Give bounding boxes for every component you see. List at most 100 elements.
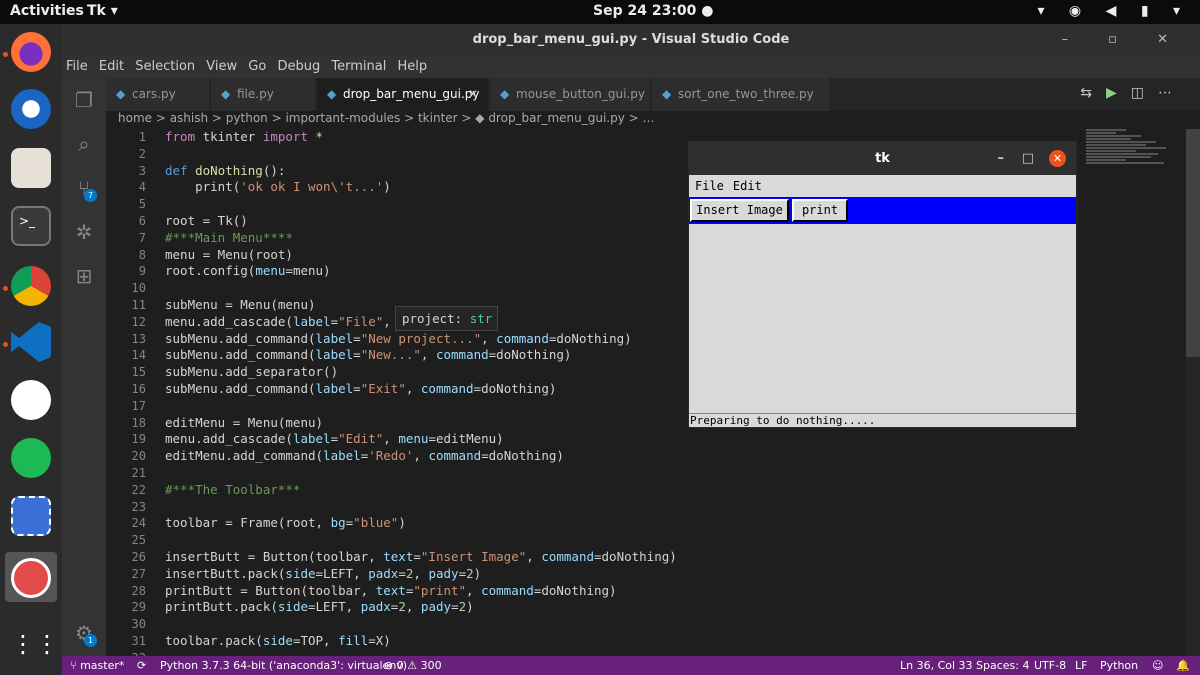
code-line[interactable]: toolbar.pack(side=TOP, fill=X) (165, 633, 1065, 650)
encoding[interactable]: UTF-8 (1034, 656, 1066, 675)
code-line[interactable]: insertButt.pack(side=LEFT, padx=2, pady=… (165, 566, 1065, 583)
debug-icon[interactable]: ✲ (72, 220, 96, 244)
menu-edit[interactable]: Edit (95, 56, 127, 74)
maximize-icon[interactable]: □ (1022, 142, 1034, 175)
split-editor-icon[interactable]: ◫ (1131, 85, 1158, 101)
activities-button[interactable]: Activities (10, 3, 84, 19)
line-number: 5 (138, 197, 146, 212)
screenshot-icon[interactable] (11, 496, 51, 536)
line-number: 31 (131, 633, 146, 648)
editor-actions: ⇆▶◫⋯ (1080, 85, 1186, 101)
cursor-position[interactable]: Ln 36, Col 33 (900, 656, 973, 675)
code-token: command (496, 330, 549, 346)
run-icon[interactable]: ▶ (1106, 85, 1131, 101)
minimap[interactable] (1086, 129, 1186, 209)
tab-file[interactable]: ◆ file.py (211, 78, 316, 111)
code-line[interactable] (165, 616, 1065, 633)
code-token: label (315, 330, 354, 346)
code-line[interactable] (165, 532, 1065, 549)
code-line[interactable] (165, 499, 1065, 516)
slack-icon[interactable] (11, 380, 51, 420)
code-token: * (308, 129, 324, 144)
spotify-icon[interactable] (11, 438, 51, 478)
notifications-icon[interactable]: 🔔 (1176, 656, 1190, 675)
search-icon[interactable]: ⌕ (72, 132, 96, 156)
tk-menu-edit[interactable]: Edit (727, 175, 765, 193)
explorer-icon[interactable]: ❐ (72, 88, 96, 112)
menu-help[interactable]: Help (393, 56, 430, 74)
code-line[interactable]: editMenu.add_command(label='Redo', comma… (165, 448, 1065, 465)
menu-view[interactable]: View (202, 56, 240, 74)
code-line[interactable]: #***The Toolbar*** (165, 482, 1065, 499)
firefox-icon[interactable] (11, 32, 51, 72)
close-tab-icon[interactable]: ✕ (468, 78, 478, 111)
chrome-icon[interactable] (11, 266, 51, 306)
code-token: (): (262, 162, 286, 178)
line-number: 2 (138, 146, 146, 161)
line-number: 11 (131, 297, 146, 312)
insert-image-button[interactable]: Insert Image (690, 199, 789, 222)
code-token: =LEFT, (308, 599, 361, 615)
vscode-title-bar: drop_bar_menu_gui.py - Visual Studio Cod… (62, 24, 1200, 56)
menu-file[interactable]: File (62, 56, 91, 74)
code-token: menu = Menu(root) (165, 246, 293, 262)
tk-menu-bar: File Edit (689, 175, 1076, 197)
code-line[interactable]: toolbar = Frame(root, bg="blue") (165, 515, 1065, 532)
menu-debug[interactable]: Debug (273, 56, 323, 74)
system-tray[interactable]: ▾ ◉ ◀ ▮ ▾ (1037, 3, 1190, 19)
code-token: , (405, 380, 421, 396)
files-icon[interactable] (11, 148, 51, 188)
python-interpreter[interactable]: Python 3.7.3 64-bit ('anaconda3': virtua… (160, 656, 407, 675)
menu-terminal[interactable]: Terminal (327, 56, 389, 74)
code-token: , (481, 330, 497, 346)
code-token: label (292, 313, 331, 329)
scrollbar-thumb[interactable] (1186, 129, 1200, 357)
code-line[interactable]: printButt = Button(toolbar, text="print"… (165, 583, 1065, 600)
line-ending[interactable]: LF (1075, 656, 1087, 675)
blocked-app-icon[interactable] (11, 558, 51, 598)
code-line[interactable]: menu.add_cascade(label="Edit", menu=edit… (165, 431, 1065, 448)
code-token: #***The Toolbar*** (165, 481, 301, 497)
show-applications-icon[interactable]: ⋮⋮ (11, 624, 59, 664)
line-number: 4 (138, 180, 146, 195)
app-menu-tk[interactable]: Tk ▾ (87, 3, 118, 19)
tab-mouse-button-gui[interactable]: ◆ mouse_button_gui.py (490, 78, 651, 111)
tk-menu-file[interactable]: File (689, 175, 727, 193)
vscode-icon[interactable] (11, 322, 51, 362)
terminal-icon[interactable]: >_ (11, 206, 51, 246)
compare-icon[interactable]: ⇆ (1080, 85, 1106, 101)
code-token: side (262, 632, 293, 648)
language-mode[interactable]: Python (1100, 656, 1138, 675)
tab-sort-one-two-three[interactable]: ◆ sort_one_two_three.py (652, 78, 830, 111)
minimize-icon[interactable]: – (998, 142, 1005, 175)
problems-counter[interactable]: ⊗ 0 ⚠ 300 (384, 656, 442, 675)
code-token: , (420, 347, 436, 363)
menu-go[interactable]: Go (244, 56, 269, 74)
git-branch[interactable]: ⑂ master* (70, 656, 124, 675)
code-token: =menu) (285, 263, 331, 279)
thunderbird-icon[interactable] (11, 89, 51, 129)
code-line[interactable] (165, 465, 1065, 482)
more-actions-icon[interactable]: ⋯ (1158, 85, 1186, 101)
code-token: =doNothing) (488, 347, 572, 363)
close-icon[interactable]: ✕ (1049, 150, 1066, 167)
editor-scrollbar[interactable] (1186, 129, 1200, 656)
indentation[interactable]: Spaces: 4 (976, 656, 1029, 675)
tab-cars[interactable]: ◆ cars.py (106, 78, 210, 111)
code-line[interactable]: printButt.pack(side=LEFT, padx=2, pady=2… (165, 599, 1065, 616)
code-token: command (420, 380, 474, 396)
feedback-icon[interactable]: ☺ (1152, 656, 1163, 675)
print-button[interactable]: print (792, 199, 848, 222)
clock[interactable]: Sep 24 23:00 ● (593, 3, 713, 19)
line-number: 8 (138, 247, 146, 262)
menu-selection[interactable]: Selection (131, 56, 198, 74)
code-line[interactable]: insertButt = Button(toolbar, text="Inser… (165, 549, 1065, 566)
tab-drop-bar-menu-gui[interactable]: ◆ drop_bar_menu_gui.py ✕ (317, 78, 489, 111)
code-token: side (285, 565, 316, 581)
sync-icon[interactable]: ⟳ (137, 656, 146, 675)
extensions-icon[interactable]: ⊞ (72, 264, 96, 288)
code-token: label (315, 380, 354, 396)
breadcrumb[interactable]: home > ashish > python > important-modul… (106, 111, 1200, 129)
window-controls[interactable]: – ▫ ✕ (1062, 24, 1186, 56)
code-token: doNothing (187, 162, 263, 178)
